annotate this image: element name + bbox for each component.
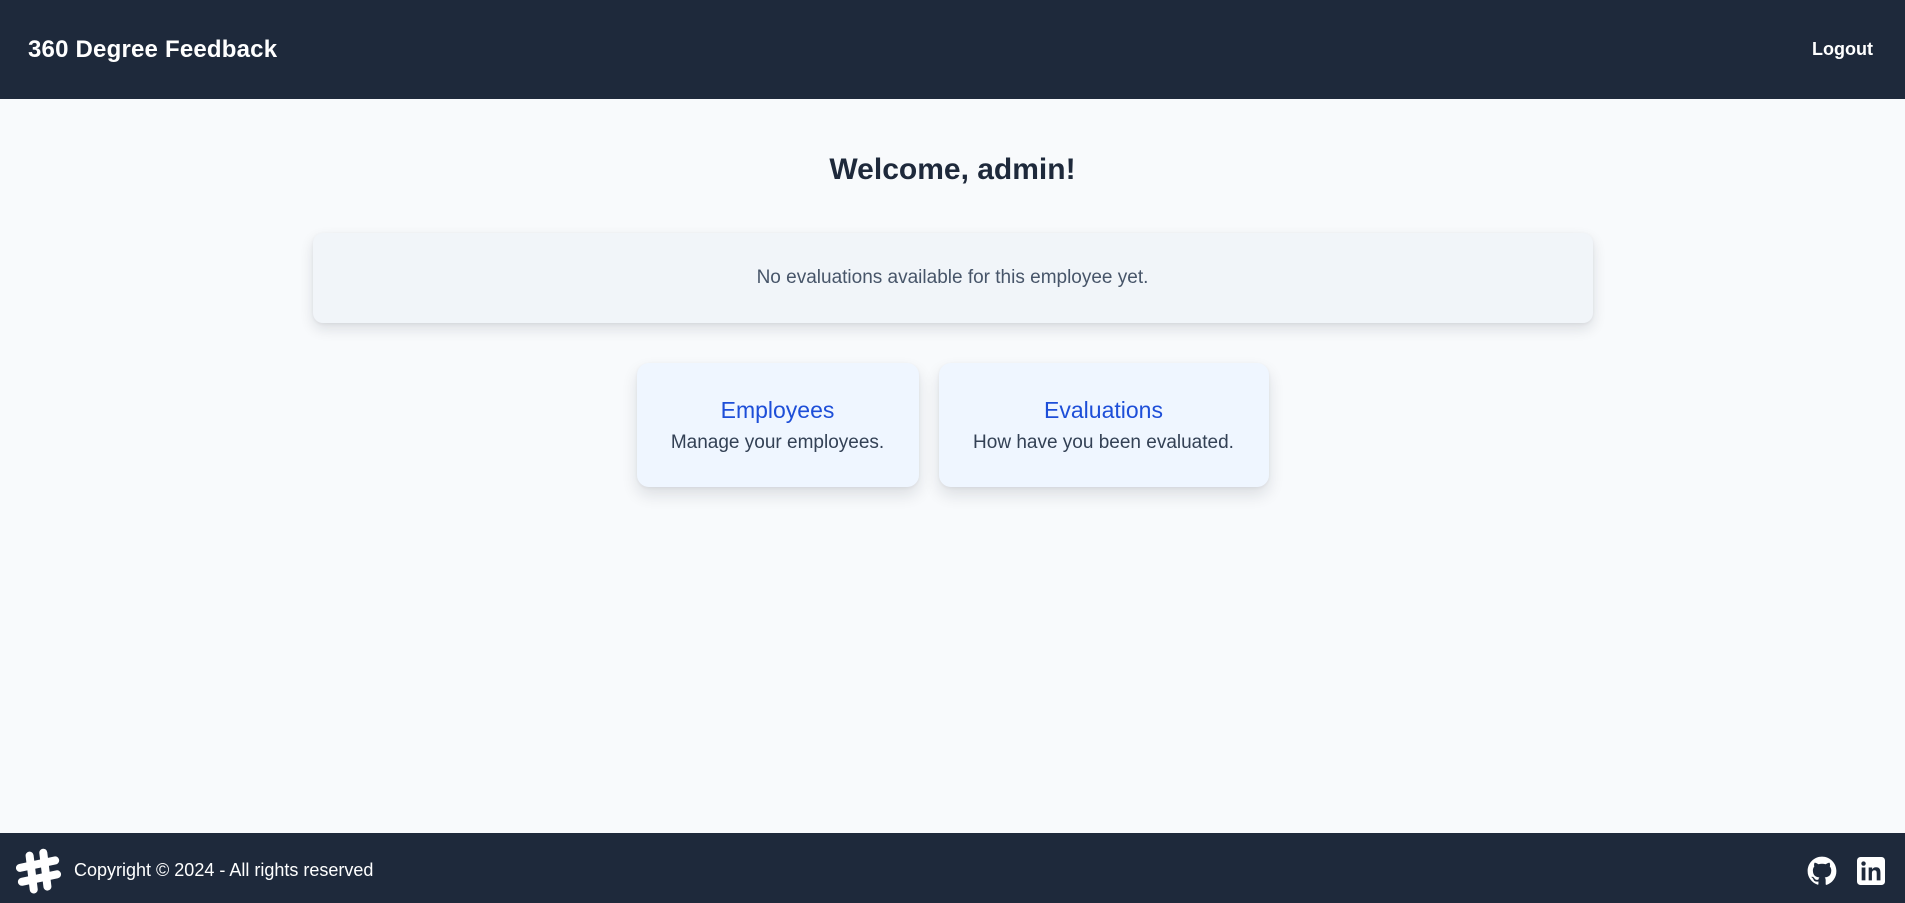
copyright-text: Copyright © 2024 - All rights reserved	[74, 859, 374, 880]
employees-card-description: Manage your employees.	[670, 431, 885, 453]
linkedin-icon[interactable]	[1857, 857, 1885, 885]
page: 360 Degree Feedback Logout Welcome, admi…	[0, 0, 1905, 903]
notice-text: No evaluations available for this employ…	[756, 267, 1149, 288]
logout-button[interactable]: Logout	[1808, 31, 1877, 68]
hashtag-icon	[16, 848, 62, 894]
employees-card[interactable]: Employees Manage your employees.	[636, 363, 919, 487]
footer: Copyright © 2024 - All rights reserved	[0, 833, 1905, 903]
github-icon[interactable]	[1807, 856, 1837, 886]
evaluations-card[interactable]: Evaluations How have you been evaluated.	[938, 363, 1269, 487]
dashboard-cards: Employees Manage your employees. Evaluat…	[636, 363, 1269, 487]
top-navbar: 360 Degree Feedback Logout	[0, 0, 1905, 99]
evaluations-card-title: Evaluations	[1044, 396, 1163, 423]
brand-link[interactable]: 360 Degree Feedback	[28, 36, 277, 64]
employees-card-title: Employees	[720, 396, 835, 423]
social-links	[1807, 856, 1885, 886]
evaluations-card-description: How have you been evaluated.	[973, 431, 1234, 453]
footer-left: Copyright © 2024 - All rights reserved	[16, 842, 373, 894]
no-evaluations-notice: No evaluations available for this employ…	[312, 233, 1593, 323]
welcome-heading: Welcome, admin!	[829, 153, 1076, 186]
main-content: Welcome, admin! No evaluations available…	[0, 99, 1905, 833]
